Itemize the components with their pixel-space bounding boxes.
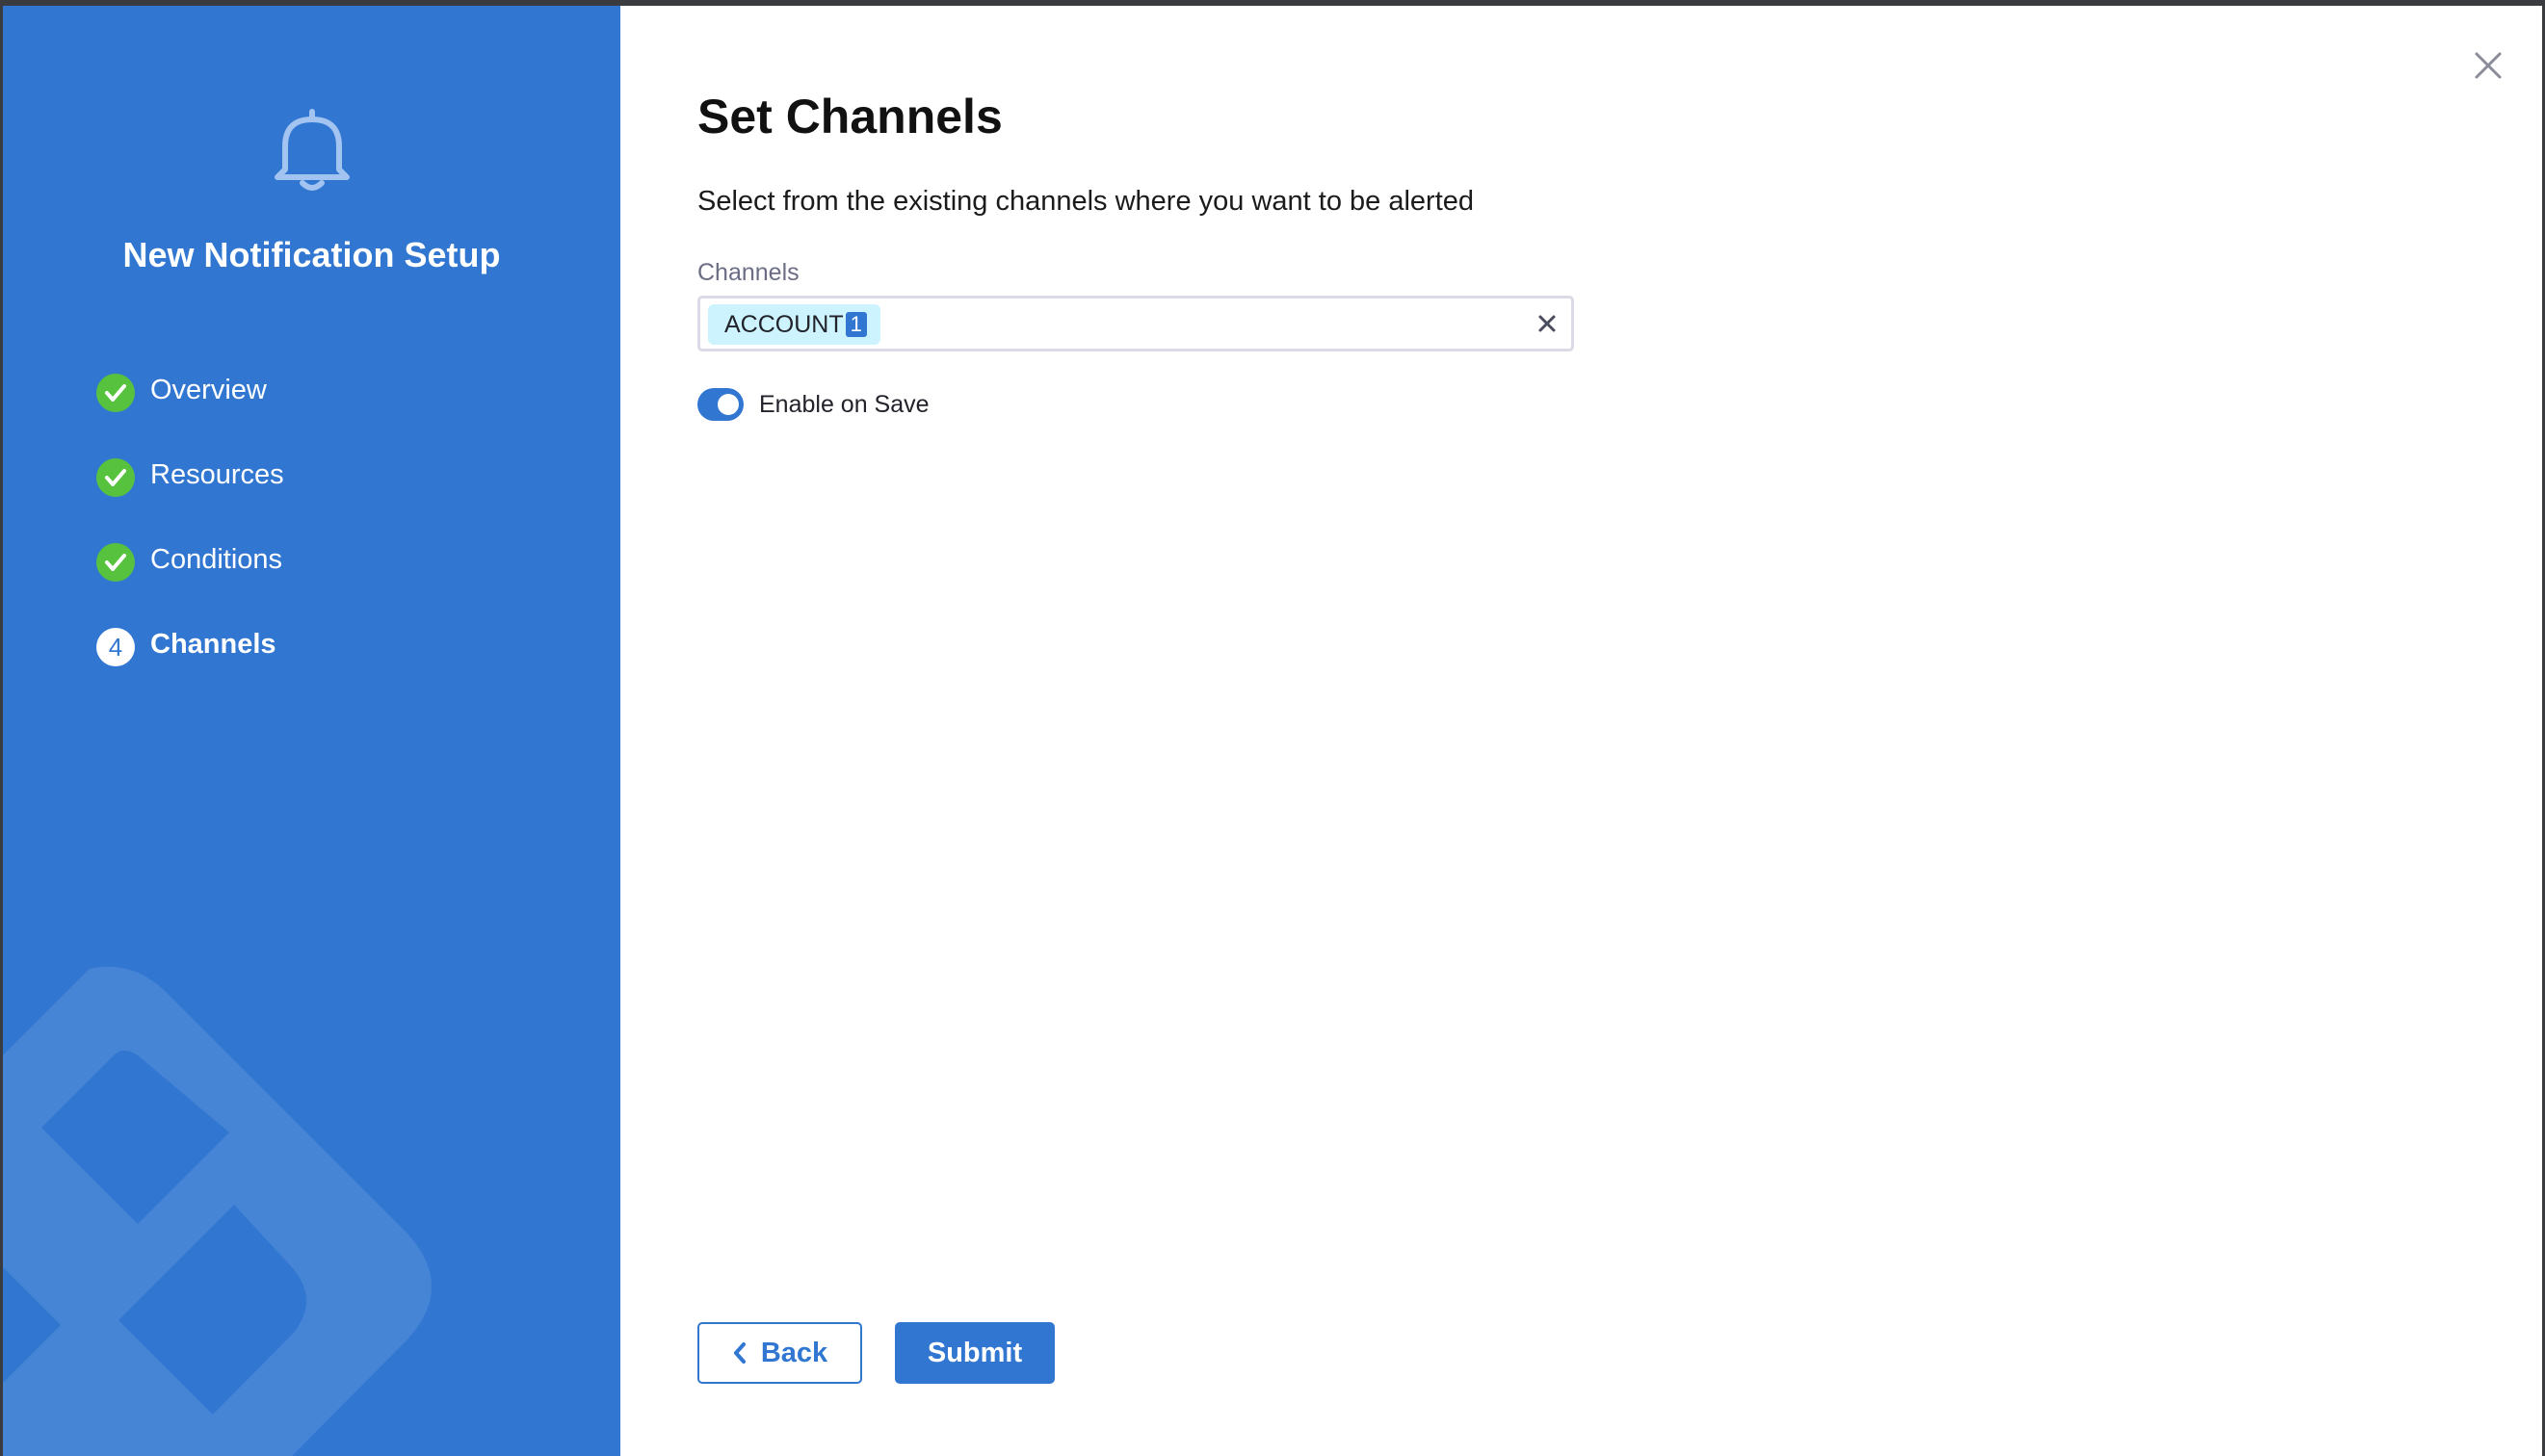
check-circle-icon [96, 458, 135, 497]
step-label: Resources [150, 459, 284, 490]
enable-on-save-toggle[interactable] [697, 388, 744, 421]
check-circle-icon [96, 543, 135, 582]
close-button[interactable] [2469, 46, 2507, 85]
brand-watermark [3, 966, 432, 1456]
check-circle-icon [96, 374, 135, 412]
toggle-knob [718, 394, 739, 415]
wizard-sidebar: New Notification Setup Overview Resource… [3, 6, 620, 1456]
clear-selection-button[interactable] [1533, 309, 1561, 338]
step-label: Conditions [150, 544, 283, 575]
notification-setup-dialog: New Notification Setup Overview Resource… [3, 6, 2542, 1456]
close-icon [2475, 52, 2502, 79]
channel-chip-count: 1 [845, 312, 867, 337]
wizard-title: New Notification Setup [122, 235, 501, 274]
page-title: Set Channels [697, 90, 1003, 143]
enable-on-save-row: Enable on Save [697, 388, 930, 421]
page-subtitle: Select from the existing channels where … [697, 186, 1475, 217]
channel-chip[interactable]: ACCOUNT 1 [708, 304, 880, 345]
step-number-badge: 4 [96, 628, 135, 666]
bell-icon [275, 109, 350, 191]
step-label: Overview [150, 375, 267, 405]
chevron-left-icon [732, 1341, 748, 1365]
back-button[interactable]: Back [697, 1322, 862, 1384]
submit-button[interactable]: Submit [895, 1322, 1055, 1384]
channels-multiselect[interactable]: ACCOUNT 1 [697, 296, 1574, 351]
enable-on-save-label: Enable on Save [759, 390, 930, 418]
submit-button-label: Submit [927, 1337, 1023, 1368]
channel-chip-label: ACCOUNT [724, 310, 844, 338]
clear-icon [1538, 315, 1556, 332]
channels-field-label: Channels [697, 259, 800, 286]
back-button-label: Back [760, 1337, 828, 1368]
step-label: Channels [150, 629, 276, 660]
wizard-content: Set Channels Select from the existing ch… [620, 6, 2542, 1456]
